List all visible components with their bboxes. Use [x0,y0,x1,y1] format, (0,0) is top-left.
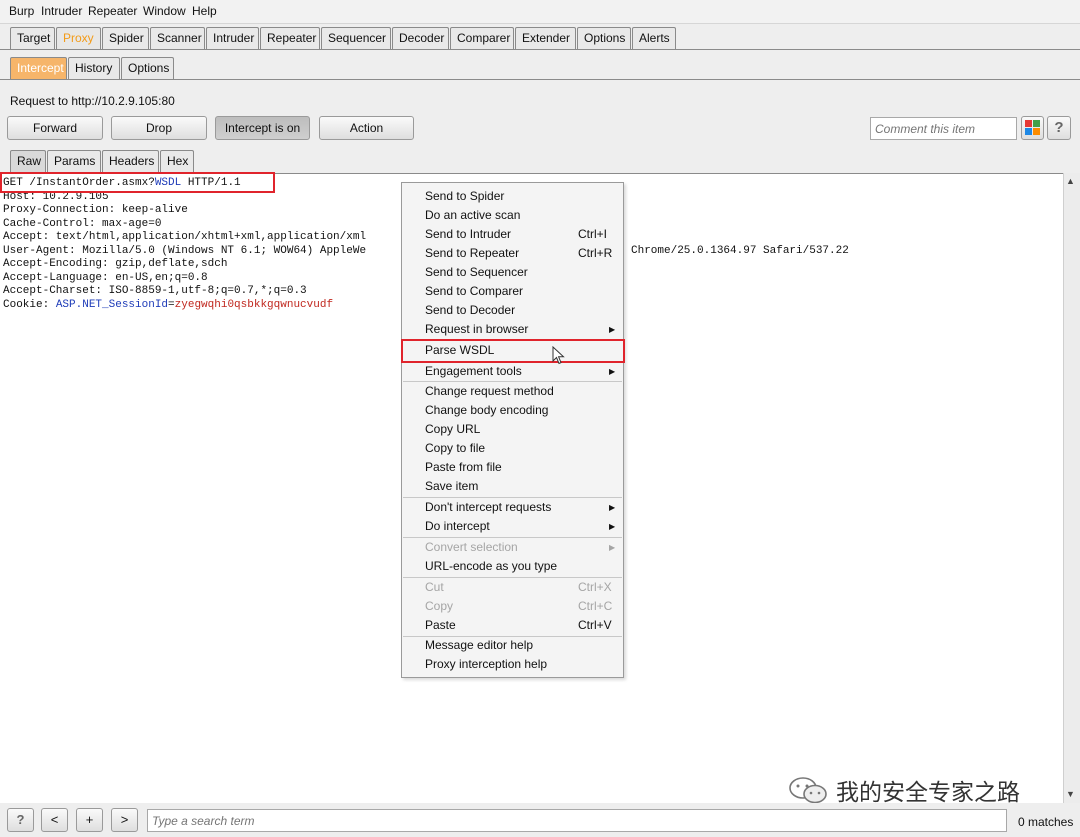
menu-repeater[interactable]: Repeater [88,4,137,18]
menu-proxy-interception-help[interactable]: Proxy interception help [402,655,623,674]
tab-hex[interactable]: Hex [160,150,194,172]
submenu-arrow-icon: ▶ [609,325,616,334]
request-line-highlight-box [0,172,275,193]
menu-copy-to-file[interactable]: Copy to file [402,439,623,458]
main-tabs-baseline [0,49,1080,50]
menu-paste-from-file[interactable]: Paste from file [402,458,623,477]
help-button[interactable]: ? [1047,116,1071,140]
menu-active-scan[interactable]: Do an active scan [402,206,623,225]
scroll-down-arrow-icon[interactable]: ▼ [1066,789,1075,799]
editor-scrollbar[interactable]: ▲ ▼ [1063,173,1080,803]
header-accept-encoding: Accept-Encoding: gzip,deflate,sdch [3,258,228,270]
menu-change-body-encoding[interactable]: Change body encoding [402,401,623,420]
menu-change-request-method[interactable]: Change request method [402,382,623,401]
tab-spider[interactable]: Spider [102,27,149,49]
color-grid-icon [1025,120,1040,135]
comment-input[interactable] [870,117,1017,140]
submenu-arrow-icon: ▶ [609,543,616,552]
tab-repeater[interactable]: Repeater [260,27,320,49]
cookie-label: Cookie: [3,298,56,311]
menu-copy: Copy Ctrl+C [425,599,613,613]
menu-intruder[interactable]: Intruder [41,4,82,18]
tab-extender[interactable]: Extender [515,27,576,49]
menu-engagement-tools[interactable]: Engagement tools ▶ [402,362,623,381]
intercept-toggle-button[interactable]: Intercept is on [215,116,310,140]
submenu-arrow-icon: ▶ [609,522,616,531]
tab-scanner[interactable]: Scanner [150,27,205,49]
header-accept-charset: Accept-Charset: ISO-8859-1,utf-8;q=0.7,*… [3,285,307,297]
submenu-arrow-icon: ▶ [609,367,616,376]
tab-proxy[interactable]: Proxy [56,27,101,49]
search-next-button[interactable]: > [111,808,138,832]
parse-wsdl-highlight-box [401,339,625,363]
menu-url-encode[interactable]: URL-encode as you type [402,557,623,576]
drop-button[interactable]: Drop [111,116,207,140]
menu-send-to-intruder[interactable]: Send to Intruder Ctrl+I [402,225,623,244]
search-help-button[interactable]: ? [7,808,34,832]
tab-raw[interactable]: Raw [10,150,46,172]
tab-sequencer[interactable]: Sequencer [321,27,391,49]
user-agent-start: User-Agent: Mozilla/5.0 (Windows NT 6.1;… [3,244,367,257]
tab-options[interactable]: Options [577,27,631,49]
search-prev-button[interactable]: < [41,808,68,832]
menu-send-to-decoder[interactable]: Send to Decoder [402,301,623,320]
submenu-arrow-icon: ▶ [609,503,616,512]
menu-cut: Cut Ctrl+X [425,580,612,594]
header-user-agent: User-Agent: Mozilla/5.0 (Windows NT 6.1;… [3,244,849,259]
request-target-label: Request to http://10.2.9.105:80 [10,94,175,108]
header-proxy-connection: Proxy-Connection: keep-alive [3,204,188,216]
menu-request-in-browser[interactable]: Request in browser ▶ [402,320,623,339]
menu-send-to-repeater[interactable]: Send to Repeater Ctrl+R [402,244,623,263]
tab-intruder[interactable]: Intruder [206,27,259,49]
menu-dont-intercept[interactable]: Don't intercept requests ▶ [402,498,623,517]
menu-paste[interactable]: Paste Ctrl+V [402,616,623,635]
search-add-button[interactable]: + [76,808,103,832]
tab-history[interactable]: History [68,57,120,79]
header-cache-control: Cache-Control: max-age=0 [3,217,162,230]
cookie-value: zyegwqhi0qsbkkgqwnucvudf [174,298,334,311]
menu-send-to-sequencer[interactable]: Send to Sequencer [402,263,623,282]
cookie-equals: = [168,298,175,311]
proxy-tabs-baseline [0,79,1080,80]
user-agent-end: Chrome/25.0.1364.97 Safari/537.22 [631,244,849,257]
header-accept: Accept: text/html,application/xhtml+xml,… [3,231,367,243]
wechat-logo-icon [789,777,827,804]
menu-do-intercept[interactable]: Do intercept ▶ [402,517,623,536]
mouse-cursor-icon [552,346,565,365]
tab-proxy-options[interactable]: Options [121,57,174,79]
header-accept-language: Accept-Language: en-US,en;q=0.8 [3,271,208,284]
menu-copy-url[interactable]: Copy URL [402,420,623,439]
menubar: Burp Intruder Repeater Window Help [0,0,1080,24]
menu-send-to-comparer[interactable]: Send to Comparer [402,282,623,301]
tab-alerts[interactable]: Alerts [632,27,676,49]
tab-params[interactable]: Params [47,150,101,172]
tab-headers[interactable]: Headers [102,150,159,172]
watermark-text: 我的安全专家之路 [836,780,1020,806]
tab-comparer[interactable]: Comparer [450,27,514,49]
scroll-up-arrow-icon[interactable]: ▲ [1066,176,1075,186]
tab-decoder[interactable]: Decoder [392,27,449,49]
menu-save-item[interactable]: Save item [402,477,623,496]
menu-burp[interactable]: Burp [9,4,34,18]
menu-convert-selection: Convert selection ▶ [402,538,623,557]
cookie-name: ASP.NET_SessionId [55,298,169,311]
menu-message-editor-help[interactable]: Message editor help [402,636,623,655]
tab-target[interactable]: Target [10,27,55,49]
action-button[interactable]: Action [319,116,414,140]
match-count: 0 matches [1018,815,1074,829]
header-cookie: Cookie: ASP.NET_SessionId=zyegwqhi0qsbkk… [3,299,366,313]
search-input[interactable] [147,809,1007,832]
context-menu: Send to Spider Do an active scan Send to… [401,182,624,678]
highlight-color-button[interactable] [1021,116,1044,140]
forward-button[interactable]: Forward [7,116,103,140]
menu-help[interactable]: Help [192,4,217,18]
tab-intercept[interactable]: Intercept [10,57,67,79]
menu-window[interactable]: Window [143,4,186,18]
menu-send-to-spider[interactable]: Send to Spider [402,187,623,206]
